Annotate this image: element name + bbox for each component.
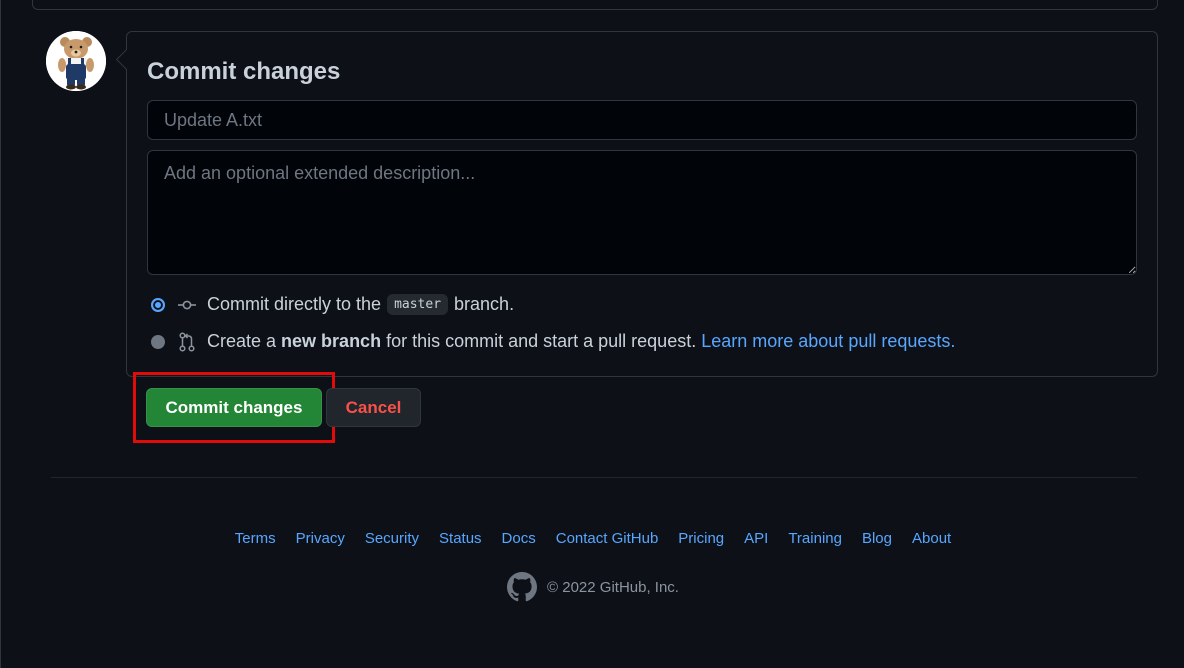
option-direct-text-after: branch. bbox=[454, 294, 515, 314]
commit-description-textarea[interactable] bbox=[147, 150, 1137, 275]
avatar[interactable] bbox=[46, 31, 106, 91]
git-commit-icon bbox=[177, 295, 197, 315]
option-direct-text: Commit directly to the bbox=[207, 294, 382, 314]
footer-link-blog[interactable]: Blog bbox=[862, 530, 892, 547]
commit-form: Commit changes Commit directly to the ma… bbox=[126, 31, 1158, 377]
option-new-branch[interactable]: Create a new branch for this commit and … bbox=[151, 331, 955, 352]
new-branch-bold-text: new branch bbox=[281, 331, 382, 351]
footer-link-terms[interactable]: Terms bbox=[235, 530, 276, 547]
footer-links: Terms Privacy Security Status Docs Conta… bbox=[1, 530, 1184, 547]
footer-link-training[interactable]: Training bbox=[788, 530, 842, 547]
git-pull-request-icon bbox=[177, 331, 197, 352]
commit-summary-input[interactable] bbox=[147, 100, 1137, 140]
footer-link-pricing[interactable]: Pricing bbox=[678, 530, 724, 547]
radio-commit-directly[interactable] bbox=[151, 297, 165, 312]
previous-panel-edge bbox=[32, 0, 1158, 10]
option-new-branch-text-after: for this commit and start a pull request… bbox=[386, 331, 697, 351]
learn-more-pull-requests-link[interactable]: Learn more about pull requests. bbox=[701, 331, 955, 352]
teddy-bear-avatar-icon bbox=[46, 31, 106, 91]
footer-link-docs[interactable]: Docs bbox=[502, 530, 536, 547]
footer-link-status[interactable]: Status bbox=[439, 530, 482, 547]
footer-link-api[interactable]: API bbox=[744, 530, 768, 547]
footer-copyright: © 2022 GitHub, Inc. bbox=[1, 572, 1184, 602]
branch-name-badge: master bbox=[387, 294, 449, 315]
copyright-text: © 2022 GitHub, Inc. bbox=[547, 578, 679, 596]
option-new-branch-text: Create a bbox=[207, 331, 277, 351]
footer-link-privacy[interactable]: Privacy bbox=[296, 530, 345, 547]
github-mark-icon[interactable] bbox=[507, 572, 538, 602]
cancel-button[interactable]: Cancel bbox=[326, 388, 421, 427]
footer-link-security[interactable]: Security bbox=[365, 530, 419, 547]
commit-changes-button[interactable]: Commit changes bbox=[146, 388, 322, 427]
footer-link-contact-github[interactable]: Contact GitHub bbox=[556, 530, 659, 547]
page: Commit changes Commit directly to the ma… bbox=[0, 0, 1184, 668]
commit-form-title: Commit changes bbox=[147, 58, 341, 85]
footer-link-about[interactable]: About bbox=[912, 530, 951, 547]
radio-new-branch[interactable] bbox=[151, 334, 165, 349]
option-commit-directly[interactable]: Commit directly to the master branch. bbox=[151, 294, 514, 315]
footer-divider bbox=[51, 477, 1137, 478]
